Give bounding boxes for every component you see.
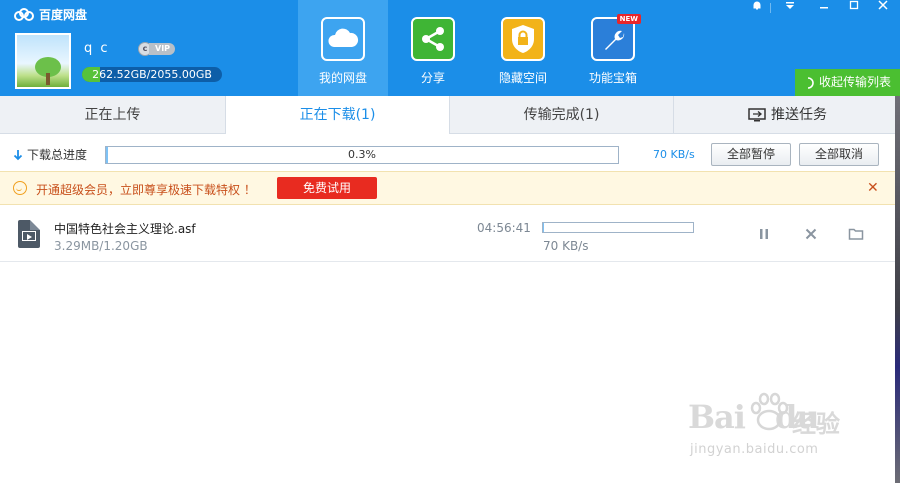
vip-label: VIP (149, 43, 176, 55)
vip-promo-banner: 开通超级会员，立即尊享极速下载特权 ！ 免费试用 ✕ (0, 171, 895, 205)
tab-downloading[interactable]: 正在下载(1) (225, 96, 450, 135)
notification-icon[interactable] (746, 0, 768, 16)
wrench-icon: NEW (591, 14, 641, 61)
storage-quota-bar: 262.52GB/2055.00GB (82, 67, 222, 82)
total-progress-row: 下载总进度 0.3% 70 KB/s 全部暂停 全部取消 (0, 134, 900, 172)
cancel-all-button[interactable]: 全部取消 (799, 143, 879, 166)
file-remaining-time: 04:56:41 (477, 221, 531, 235)
nav-toolbox[interactable]: NEW 功能宝箱 (568, 0, 658, 96)
baidu-cloud-logo-icon (14, 8, 34, 21)
total-progress-bar: 0.3% (105, 146, 619, 164)
collapse-transfer-list-button[interactable]: 收起传输列表 (795, 69, 900, 96)
nav-my-disk[interactable]: 我的网盘 (298, 0, 388, 96)
minimize-icon[interactable] (813, 0, 835, 16)
file-progress-bar (542, 222, 694, 233)
cloud-icon (321, 17, 365, 61)
storage-quota-text: 262.52GB/2055.00GB (92, 68, 212, 81)
video-file-icon (18, 220, 40, 248)
baidu-jingyan-watermark: Bai du 经验 jingyan.baidu.com (688, 392, 868, 464)
window-edge (895, 96, 900, 483)
nav-share[interactable]: 分享 (388, 0, 478, 96)
app-title: 百度网盘 (39, 8, 88, 22)
watermark-brand: Bai (688, 398, 746, 436)
collapse-label: 收起传输列表 (819, 75, 892, 89)
nav-label: 隐藏空间 (498, 71, 547, 85)
total-progress-text: 0.3% (348, 148, 376, 161)
free-trial-button[interactable]: 免费试用 (277, 177, 377, 199)
smile-icon (13, 181, 27, 195)
username[interactable]: q c (84, 41, 110, 56)
file-size: 3.29MB/1.20GB (54, 239, 148, 253)
file-name: 中国特色社会主义理论.asf (54, 222, 196, 236)
vip-badge[interactable]: c VIP (138, 42, 176, 56)
close-icon[interactable] (872, 0, 894, 16)
lock-icon (501, 17, 545, 61)
paw-icon (750, 392, 789, 431)
download-row[interactable]: 中国特色社会主义理论.asf 3.29MB/1.20GB 04:56:41 70… (0, 206, 895, 262)
push-task-button[interactable]: 推送任务 (748, 96, 827, 134)
pause-icon[interactable] (756, 226, 772, 242)
download-progress-label: 下载总进度 (13, 146, 87, 163)
app-logo: 百度网盘 (14, 6, 87, 23)
push-task-icon (748, 108, 766, 122)
nav-hidden-space[interactable]: 隐藏空间 (478, 0, 568, 96)
nav-label: 我的网盘 (318, 71, 367, 85)
vip-promo-message: 开通超级会员，立即尊享极速下载特权 ！ (36, 183, 256, 197)
nav-label: 分享 (420, 71, 445, 85)
nav-label: 功能宝箱 (588, 71, 637, 85)
avatar[interactable] (15, 33, 71, 89)
new-badge: NEW (616, 14, 641, 24)
tab-completed[interactable]: 传输完成(1) (450, 96, 674, 134)
cancel-download-icon[interactable] (803, 226, 819, 242)
watermark-url: jingyan.baidu.com (690, 442, 819, 457)
push-task-label: 推送任务 (771, 107, 827, 123)
share-icon (411, 17, 455, 61)
tab-uploading[interactable]: 正在上传 (0, 96, 226, 134)
collapse-arrow-icon (807, 76, 814, 89)
maximize-icon[interactable] (843, 0, 865, 16)
file-speed: 70 KB/s (543, 239, 589, 253)
open-folder-icon[interactable] (848, 226, 864, 242)
pause-all-button[interactable]: 全部暂停 (711, 143, 791, 166)
total-speed: 70 KB/s (653, 148, 695, 161)
download-arrow-icon (13, 149, 23, 160)
menu-icon[interactable] (779, 0, 801, 16)
close-banner-icon[interactable]: ✕ (867, 180, 879, 196)
watermark-brand-cn: 经验 (792, 410, 840, 438)
title-bar: 百度网盘 q c c VIP 262.52GB/2055.00GB 我的网盘 分… (0, 0, 900, 96)
